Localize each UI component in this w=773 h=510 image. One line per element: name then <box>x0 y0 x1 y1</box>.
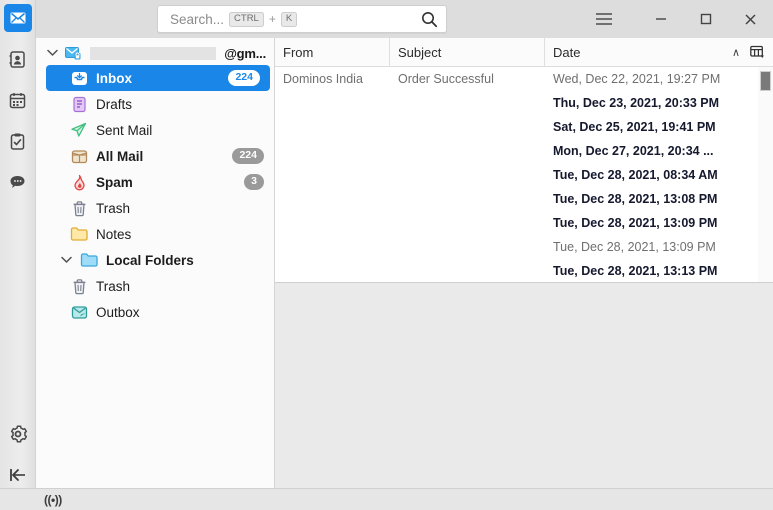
search-shortcut-k: K <box>280 11 298 27</box>
folder-pane: @gm... Inbox 224 Drafts Sent Mail All Ma… <box>36 38 275 488</box>
cell-date: Tue, Dec 28, 2021, 13:09 PM <box>553 240 716 254</box>
folder-item-local-folders[interactable]: Local Folders <box>36 247 274 273</box>
cell-date: Tue, Dec 28, 2021, 08:34 AM <box>553 168 718 182</box>
column-header-from[interactable]: From <box>275 38 390 67</box>
message-list-header: From Subject Date ∧ <box>275 38 773 67</box>
app-menu-button[interactable] <box>580 0 628 38</box>
minimize-button[interactable] <box>638 0 683 38</box>
rail-item-chat[interactable] <box>4 168 32 196</box>
main-body: @gm... Inbox 224 Drafts Sent Mail All Ma… <box>0 0 773 510</box>
notes-icon <box>70 225 88 243</box>
folder-badge: 3 <box>244 174 264 190</box>
app-window: Search... CTRL + K @gm... Inbox 224 Draf… <box>0 0 773 510</box>
inbox-icon <box>70 69 88 87</box>
rail-item-collapse[interactable] <box>4 461 32 489</box>
table-row[interactable]: Tue, Dec 28, 2021, 13:13 PM <box>275 259 773 282</box>
folder-badge: 224 <box>228 70 260 86</box>
table-row[interactable]: Dominos India Order Successful Wed, Dec … <box>275 67 773 91</box>
chevron-down-icon[interactable] <box>46 49 58 57</box>
sort-ascending-icon[interactable]: ∧ <box>732 46 740 59</box>
folder-badge: 224 <box>232 148 264 164</box>
folder-label: All Mail <box>96 148 144 164</box>
trash-icon <box>70 277 88 295</box>
status-bar: ((•)) <box>0 488 773 510</box>
folder-item-outbox[interactable]: Outbox <box>36 299 274 325</box>
folder-label: Local Folders <box>106 252 194 268</box>
folder-label: Trash <box>96 278 131 294</box>
search-shortcut-plus: + <box>268 12 276 26</box>
account-name-redacted <box>90 46 217 60</box>
folder-label: Notes <box>96 226 132 242</box>
column-header-date-label: Date <box>553 44 581 60</box>
folder-label: Drafts <box>96 96 133 112</box>
rail-item-address-book[interactable] <box>4 45 32 73</box>
message-list: From Subject Date ∧ Dominos India Order … <box>275 38 773 283</box>
table-row[interactable]: Mon, Dec 27, 2021, 20:34 ... <box>275 139 773 163</box>
folder-item-trash[interactable]: Trash <box>36 195 274 221</box>
table-row[interactable]: Thu, Dec 23, 2021, 20:33 PM <box>275 91 773 115</box>
folder-item-local-trash[interactable]: Trash <box>36 273 274 299</box>
spam-icon <box>70 173 88 191</box>
outbox-icon <box>70 303 88 321</box>
column-header-subject[interactable]: Subject <box>390 38 545 67</box>
rail-item-calendar[interactable] <box>4 86 32 114</box>
column-header-date[interactable]: Date ∧ <box>545 38 773 67</box>
table-row[interactable]: Sat, Dec 25, 2021, 19:41 PM <box>275 115 773 139</box>
folder-label: Trash <box>96 200 131 216</box>
search-icon[interactable] <box>421 11 438 28</box>
folder-label: Outbox <box>96 304 140 320</box>
connection-status-icon[interactable]: ((•)) <box>44 493 62 507</box>
trash-icon <box>70 199 88 217</box>
folder-item-notes[interactable]: Notes <box>36 221 274 247</box>
search-placeholder: Search... CTRL + K <box>170 11 421 27</box>
cell-date: Tue, Dec 28, 2021, 13:08 PM <box>553 192 718 206</box>
maximize-button[interactable] <box>683 0 728 38</box>
sent-icon <box>70 121 88 139</box>
scrollbar-thumb[interactable] <box>760 71 771 91</box>
cell-from: Dominos India <box>283 72 363 86</box>
folder-item-spam[interactable]: Spam 3 <box>36 169 274 195</box>
column-picker-icon[interactable] <box>750 45 765 59</box>
table-row[interactable]: Tue, Dec 28, 2021, 13:09 PM <box>275 235 773 259</box>
search-shortcut-ctrl: CTRL <box>229 11 264 27</box>
message-reading-pane <box>275 283 773 488</box>
cell-date: Tue, Dec 28, 2021, 13:09 PM <box>553 216 718 230</box>
folder-item-inbox[interactable]: Inbox 224 <box>46 65 270 91</box>
close-button[interactable] <box>728 0 773 38</box>
search-placeholder-text: Search... <box>170 11 225 27</box>
folder-item-sent-mail[interactable]: Sent Mail <box>36 117 274 143</box>
cell-date: Thu, Dec 23, 2021, 20:33 PM <box>553 96 720 110</box>
window-controls <box>580 0 773 38</box>
table-row[interactable]: Tue, Dec 28, 2021, 13:08 PM <box>275 187 773 211</box>
right-pane: From Subject Date ∧ Dominos India Order … <box>275 38 773 488</box>
account-mail-icon <box>64 44 82 62</box>
date-sort-group: ∧ <box>732 45 769 59</box>
drafts-icon <box>70 95 88 113</box>
cell-date: Mon, Dec 27, 2021, 20:34 ... <box>553 144 714 158</box>
rail-item-settings[interactable] <box>4 420 32 448</box>
title-bar: Search... CTRL + K <box>0 0 773 38</box>
folder-label: Sent Mail <box>96 122 153 138</box>
cell-date: Tue, Dec 28, 2021, 13:13 PM <box>553 264 718 278</box>
search-input[interactable]: Search... CTRL + K <box>157 5 447 33</box>
message-rows: Dominos India Order Successful Wed, Dec … <box>275 67 773 282</box>
folder-label: Spam <box>96 174 133 190</box>
account-name-suffix: @gm... <box>224 45 266 61</box>
cell-subject: Order Successful <box>398 72 494 86</box>
folder-item-drafts[interactable]: Drafts <box>36 91 274 117</box>
folder-label: Inbox <box>96 70 132 86</box>
local-folder-icon <box>80 251 98 269</box>
chevron-down-icon[interactable] <box>60 256 72 264</box>
rail-item-tasks[interactable] <box>4 127 32 155</box>
account-row[interactable]: @gm... <box>36 41 274 65</box>
rail-item-mail[interactable] <box>3 4 32 32</box>
folder-item-all-mail[interactable]: All Mail 224 <box>36 143 274 169</box>
cell-date: Sat, Dec 25, 2021, 19:41 PM <box>553 120 716 134</box>
message-list-scrollbar[interactable] <box>758 67 773 282</box>
cell-date: Wed, Dec 22, 2021, 19:27 PM <box>553 72 721 86</box>
table-row[interactable]: Tue, Dec 28, 2021, 13:09 PM <box>275 211 773 235</box>
icon-rail <box>0 0 36 510</box>
table-row[interactable]: Tue, Dec 28, 2021, 08:34 AM <box>275 163 773 187</box>
allmail-icon <box>70 147 88 165</box>
